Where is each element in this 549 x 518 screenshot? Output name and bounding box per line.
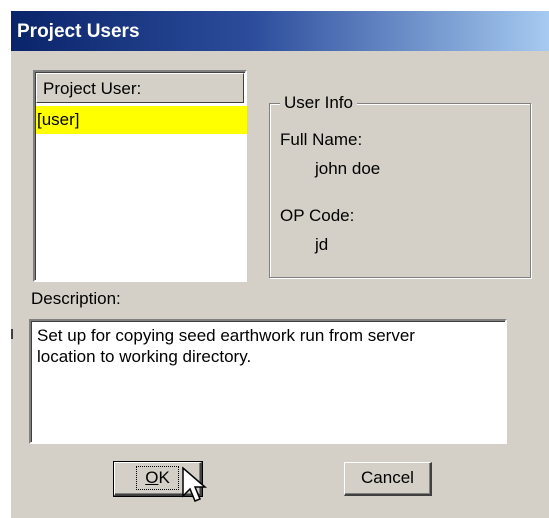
edge-marker [11, 329, 13, 339]
title-bar[interactable]: Project Users [11, 11, 549, 51]
user-info-legend: User Info [280, 93, 357, 113]
description-label: Description: [31, 289, 121, 308]
full-name-value: john doe [315, 159, 381, 178]
op-code-label: OP Code: [280, 206, 355, 225]
user-info-group: User Info Full Name: john doe OP Code: j… [269, 93, 531, 278]
list-item-user[interactable]: [user] [36, 106, 247, 134]
description-line-2: location to working directory. [37, 347, 252, 366]
dialog-title: Project Users [17, 21, 140, 42]
full-name-label: Full Name: [280, 130, 363, 149]
description-textarea[interactable]: Set up for copying seed earthwork run fr… [29, 319, 507, 444]
project-user-column-header[interactable]: Project User: [36, 73, 244, 103]
ok-button-label: OK [136, 466, 179, 490]
project-users-dialog: Project Users Project User: [user] User … [10, 10, 549, 518]
ok-label-rest: K [158, 468, 170, 487]
ok-mnemonic: O [145, 468, 159, 487]
op-code-value: jd [315, 235, 329, 254]
arrow-cursor-icon [182, 466, 208, 502]
cancel-button[interactable]: Cancel [344, 462, 432, 496]
project-user-listbox[interactable]: Project User: [user] [33, 70, 247, 282]
description-line-1: Set up for copying seed earthwork run fr… [37, 326, 415, 345]
